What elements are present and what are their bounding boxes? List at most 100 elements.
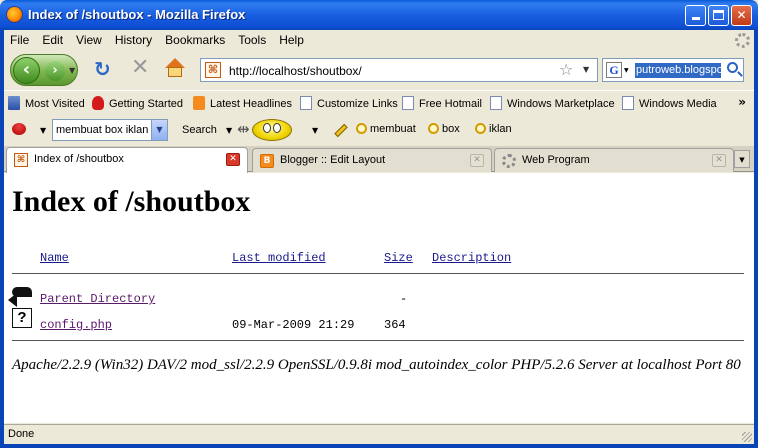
engine-dropdown-icon[interactable]: ▼ (624, 67, 629, 74)
home-button[interactable] (164, 57, 186, 79)
page-icon (622, 96, 634, 110)
page-icon (300, 96, 312, 110)
tab-label: Web Program (522, 154, 590, 166)
maximize-icon (713, 10, 724, 20)
bookmark-label: Most Visited (25, 98, 85, 110)
navigation-toolbar: ‹ › ▼ ↻ ✕ ⌘ http://localhost/shoutbox/ ☆… (4, 51, 754, 89)
column-name-link[interactable]: Name (40, 251, 69, 265)
config-php-link[interactable]: config.php (40, 318, 112, 332)
highlight-label: box (442, 123, 460, 135)
highlight-icon (475, 123, 486, 134)
folder-icon (8, 96, 20, 110)
back-forward-group: ‹ › ▼ (10, 54, 78, 86)
close-tab-icon[interactable]: ✕ (712, 154, 726, 167)
close-icon: ✕ (736, 8, 747, 22)
status-bar: Done (4, 424, 754, 444)
page-content: Index of /shoutbox Name Last modified Si… (4, 173, 754, 423)
column-size-link[interactable]: Size (384, 251, 413, 265)
highlight-word-box[interactable]: box (428, 123, 460, 135)
search-icon[interactable] (727, 62, 738, 73)
column-modified-link[interactable]: Last modified (232, 251, 326, 265)
site-favicon-icon: ⌘ (205, 62, 221, 78)
title-bar[interactable]: Index of /shoutbox - Mozilla Firefox ✕ (0, 0, 758, 30)
back-arrow-icon: ‹ (22, 59, 31, 80)
minimize-icon (691, 17, 700, 20)
smiley-icon[interactable] (252, 119, 292, 141)
parent-directory-link[interactable]: Parent Directory (40, 292, 155, 306)
menu-edit[interactable]: Edit (42, 33, 63, 47)
close-window-button[interactable]: ✕ (731, 5, 752, 26)
bookmark-label: Free Hotmail (419, 98, 482, 110)
menu-tools[interactable]: Tools (238, 33, 266, 47)
stop-button[interactable]: ✕ (131, 57, 149, 79)
bookmark-getting-started[interactable]: Getting Started (92, 96, 183, 110)
smiley-eye (273, 123, 281, 133)
combo-dropdown-icon[interactable]: ▼ (151, 120, 167, 140)
bookmark-label: Windows Media (639, 98, 717, 110)
home-icon-body (168, 67, 182, 77)
menu-bookmarks[interactable]: Bookmarks (165, 33, 225, 47)
bookmarks-toolbar: Most Visited Getting Started Latest Head… (4, 90, 754, 114)
tab-blogger-edit-layout[interactable]: B Blogger :: Edit Layout ✕ (252, 148, 492, 172)
ladybug-dropdown-icon[interactable]: ▼ (40, 126, 46, 135)
search-dropdown-icon[interactable]: ▼ (226, 126, 232, 135)
url-dropdown-icon[interactable]: ▼ (583, 65, 589, 74)
highlight-label: membuat (370, 123, 416, 135)
menu-history[interactable]: History (115, 33, 152, 47)
search-input[interactable]: putroweb.blogspot (635, 63, 721, 78)
menu-help[interactable]: Help (279, 33, 304, 47)
bookmark-latest-headlines[interactable]: Latest Headlines (193, 96, 292, 110)
page-icon (490, 96, 502, 110)
ladybug-icon[interactable] (12, 123, 26, 135)
rss-icon (193, 96, 205, 110)
window-title: Index of /shoutbox - Mozilla Firefox (28, 7, 246, 22)
page-icon (402, 96, 414, 110)
google-engine-icon[interactable]: G (606, 62, 622, 78)
toolbar-search-button[interactable]: Search (182, 124, 217, 136)
bookmark-windows-media[interactable]: Windows Media (622, 96, 717, 110)
smiley-eye (263, 123, 271, 133)
bookmark-star-icon[interactable]: ☆ (559, 60, 573, 79)
smiley-dropdown-icon[interactable]: ▼ (312, 126, 318, 135)
minimize-button[interactable] (685, 5, 706, 26)
chevron-more-icon[interactable]: » (738, 95, 746, 109)
bookmark-free-hotmail[interactable]: Free Hotmail (402, 96, 482, 110)
toolbar-search-value[interactable]: membuat box iklan (56, 124, 148, 136)
highlight-word-iklan[interactable]: iklan (475, 123, 512, 135)
history-dropdown-icon[interactable]: ▼ (69, 66, 75, 75)
loading-icon (502, 154, 516, 168)
page-title: Index of /shoutbox (12, 185, 251, 218)
bookmark-most-visited[interactable]: Most Visited (8, 96, 85, 110)
row-size: - (400, 292, 408, 306)
highlight-word-membuat[interactable]: membuat (356, 123, 416, 135)
server-signature: Apache/2.2.9 (Win32) DAV/2 mod_ssl/2.2.9… (12, 357, 741, 373)
column-description-link[interactable]: Description (432, 251, 511, 265)
custom-toolbar: ▼ membuat box iklan ▼ Search ▼ ⇹ ▼ membu… (4, 115, 754, 145)
maximize-button[interactable] (708, 5, 729, 26)
url-input[interactable]: http://localhost/shoutbox/ (229, 64, 362, 78)
close-tab-icon[interactable]: ✕ (226, 153, 240, 166)
search-bar[interactable]: G ▼ putroweb.blogspot (602, 58, 744, 82)
back-button[interactable]: ‹ (13, 57, 40, 84)
pencil-shape (334, 123, 348, 138)
tab-list-dropdown-icon[interactable]: ▼ (734, 150, 750, 168)
firefox-logo-icon (6, 6, 23, 23)
tab-index-of-shoutbox[interactable]: ⌘ Index of /shoutbox ✕ (6, 147, 248, 173)
resize-grip-icon[interactable] (742, 432, 752, 442)
toolbar-search-combo[interactable]: membuat box iklan ▼ (52, 119, 168, 141)
back-arrow-icon (8, 283, 32, 307)
highlight-icon (356, 123, 367, 134)
reload-button[interactable]: ↻ (94, 59, 111, 79)
highlighter-pencil-icon[interactable] (332, 122, 348, 138)
bookmark-label: Latest Headlines (210, 98, 292, 110)
bookmark-windows-marketplace[interactable]: Windows Marketplace (490, 96, 615, 110)
forward-button[interactable]: › (45, 61, 65, 81)
bookmark-customize-links[interactable]: Customize Links (300, 96, 398, 110)
throbber-icon (735, 33, 750, 48)
menu-file[interactable]: File (10, 33, 29, 47)
menu-view[interactable]: View (76, 33, 102, 47)
url-bar[interactable]: ⌘ http://localhost/shoutbox/ ☆ ▼ (200, 58, 598, 82)
close-tab-icon[interactable]: ✕ (470, 154, 484, 167)
tab-web-program[interactable]: Web Program ✕ (494, 148, 734, 172)
unknown-file-icon: ? (12, 308, 32, 328)
